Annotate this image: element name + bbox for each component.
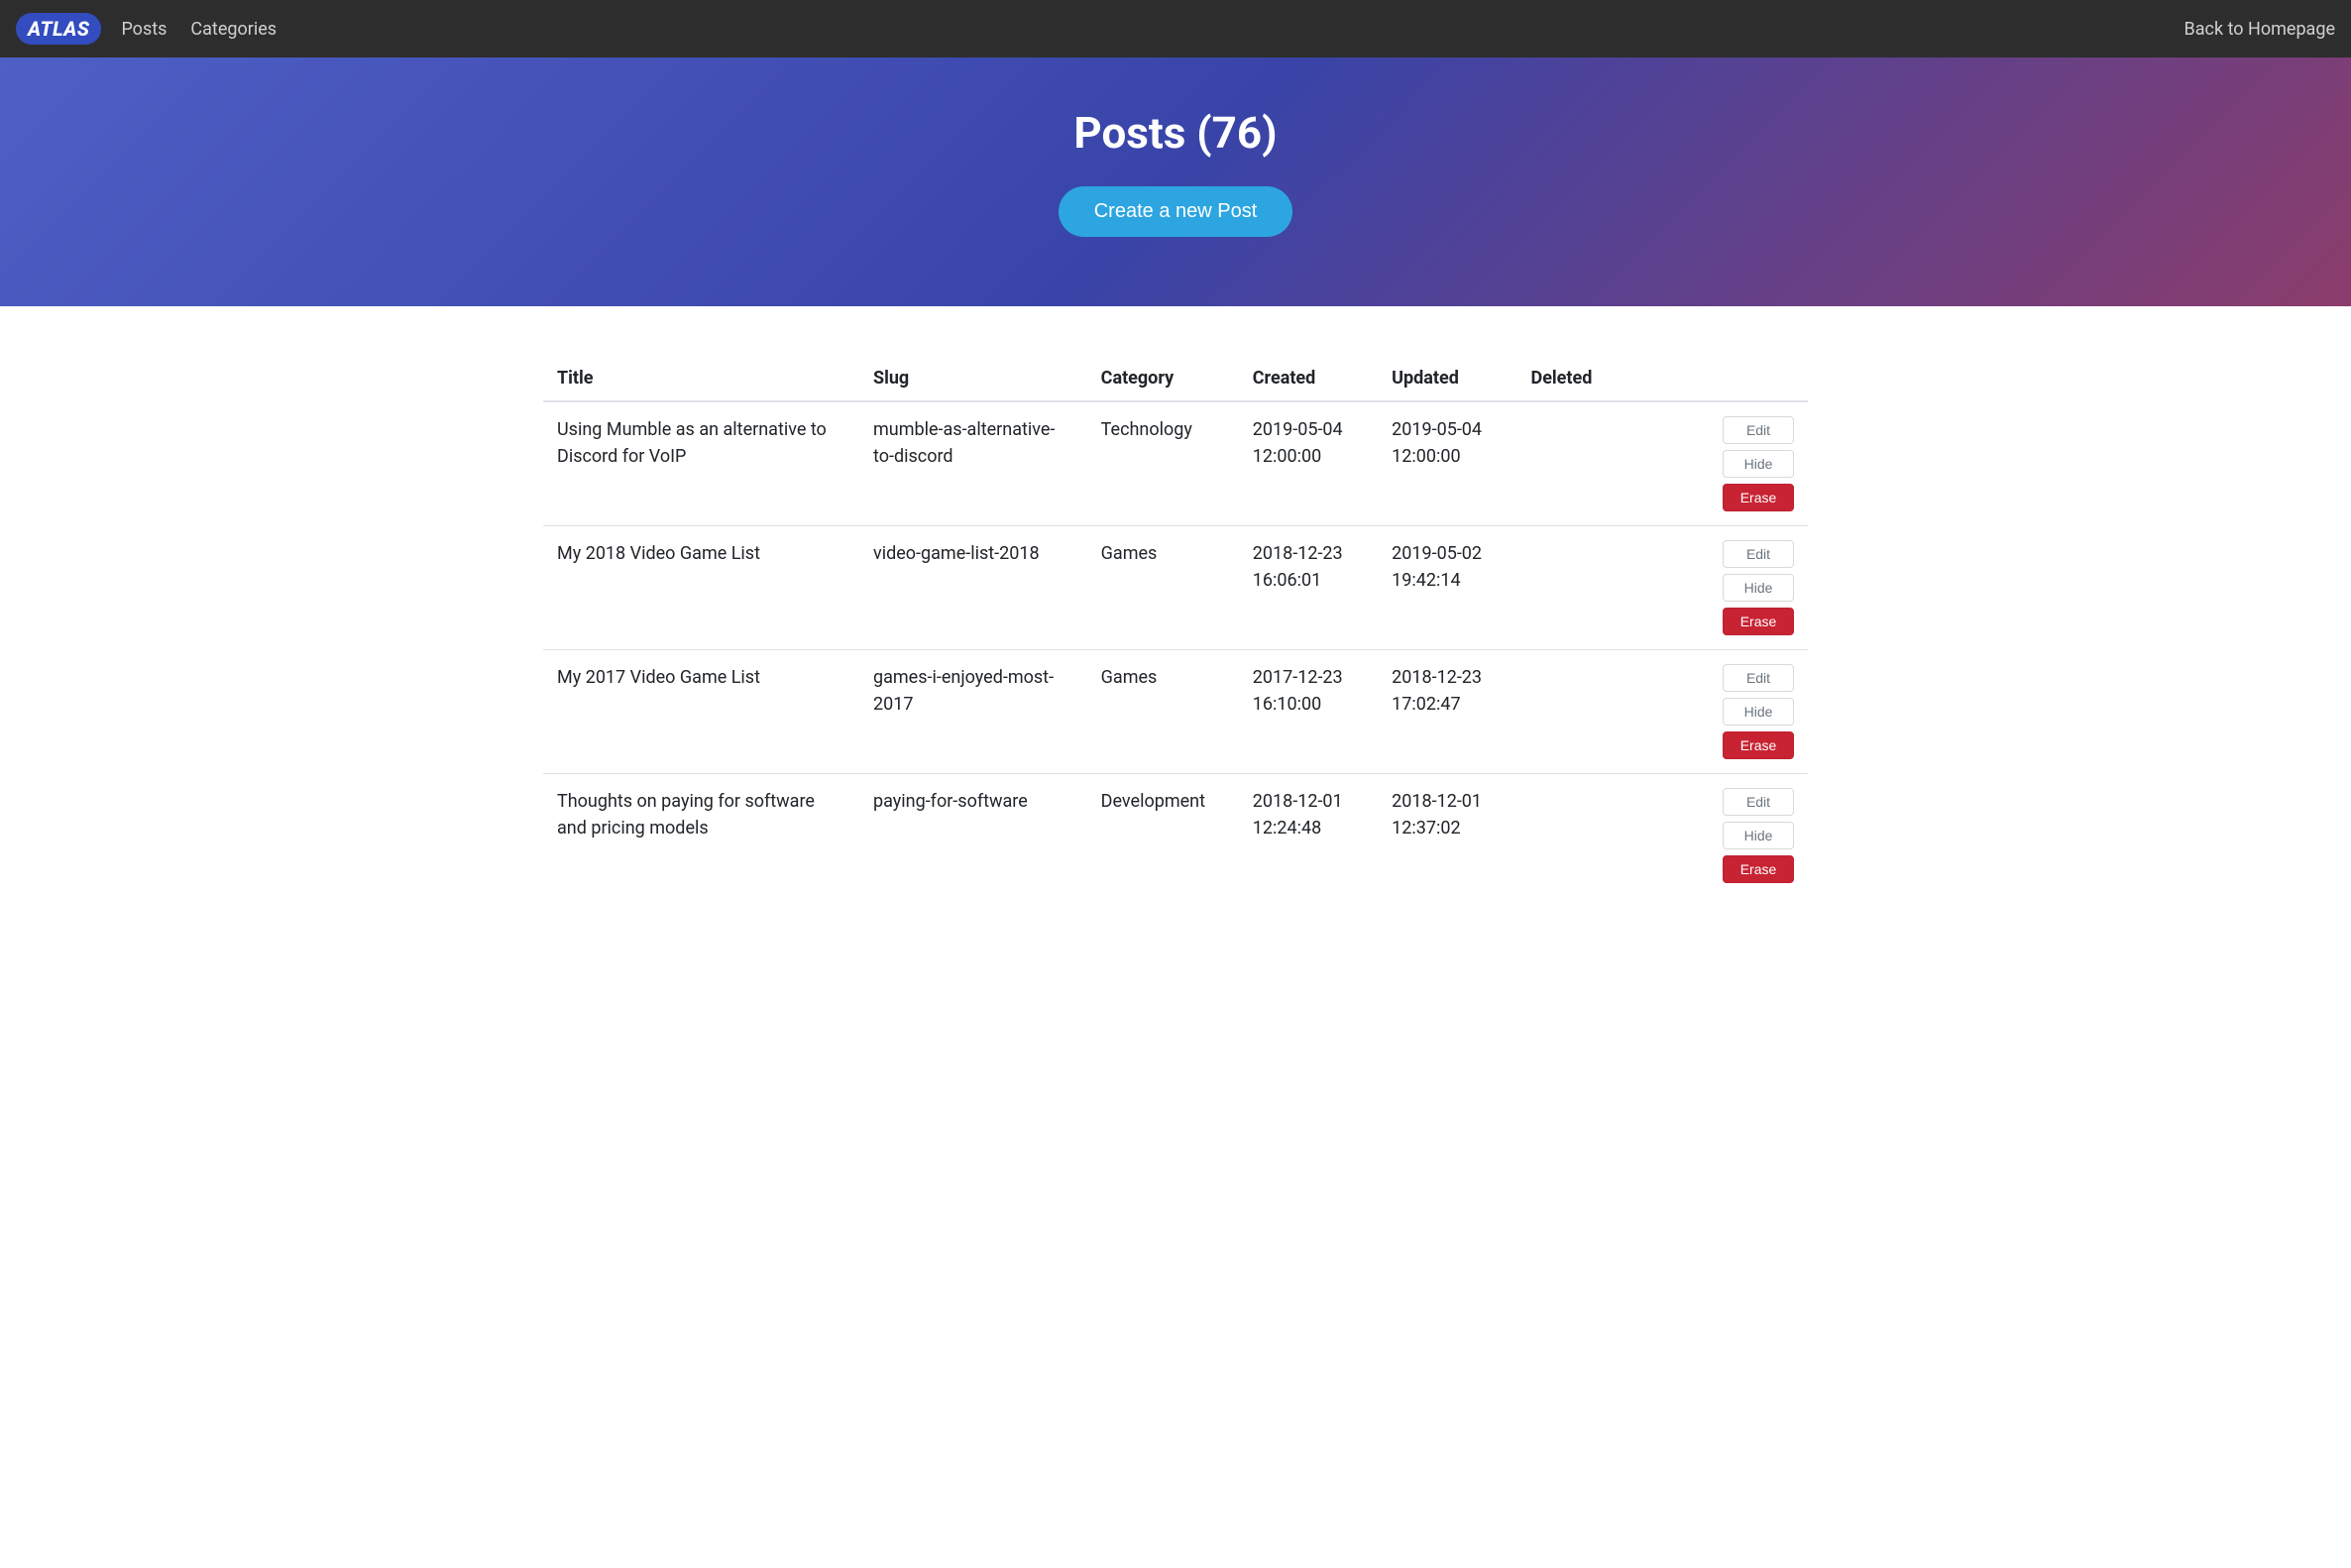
cell-created: 2018-12-01 12:24:48 — [1239, 774, 1378, 898]
cell-category: Technology — [1087, 401, 1239, 526]
nav-link-categories[interactable]: Categories — [190, 19, 277, 40]
cell-actions: Edit Hide Erase — [1656, 526, 1808, 650]
cell-created: 2018-12-23 16:06:01 — [1239, 526, 1378, 650]
header-title: Title — [543, 356, 859, 401]
cell-updated: 2018-12-23 17:02:47 — [1378, 650, 1516, 774]
table-row: My 2017 Video Game Listgames-i-enjoyed-m… — [543, 650, 1808, 774]
table-row: Using Mumble as an alternative to Discor… — [543, 401, 1808, 526]
header-slug: Slug — [859, 356, 1087, 401]
cell-title: My 2017 Video Game List — [543, 650, 859, 774]
cell-slug: games-i-enjoyed-most-2017 — [859, 650, 1087, 774]
hero-banner: Posts (76) Create a new Post — [0, 57, 2351, 306]
header-category: Category — [1087, 356, 1239, 401]
cell-deleted — [1517, 650, 1656, 774]
table-row: Thoughts on paying for software and pric… — [543, 774, 1808, 898]
edit-button[interactable]: Edit — [1723, 788, 1794, 816]
cell-slug: video-game-list-2018 — [859, 526, 1087, 650]
back-to-homepage-link[interactable]: Back to Homepage — [2184, 19, 2335, 40]
content-container: Title Slug Category Created Updated Dele… — [523, 306, 1828, 947]
erase-button[interactable]: Erase — [1723, 608, 1794, 635]
edit-button[interactable]: Edit — [1723, 416, 1794, 444]
page-title: Posts (76) — [20, 107, 2331, 159]
posts-table: Title Slug Category Created Updated Dele… — [543, 356, 1808, 897]
navbar: ATLAS Posts Categories Back to Homepage — [0, 0, 2351, 57]
cell-created: 2017-12-23 16:10:00 — [1239, 650, 1378, 774]
cell-deleted — [1517, 526, 1656, 650]
nav-link-posts[interactable]: Posts — [121, 19, 167, 40]
edit-button[interactable]: Edit — [1723, 664, 1794, 692]
cell-updated: 2019-05-02 19:42:14 — [1378, 526, 1516, 650]
cell-slug: paying-for-software — [859, 774, 1087, 898]
erase-button[interactable]: Erase — [1723, 855, 1794, 883]
header-created: Created — [1239, 356, 1378, 401]
table-header-row: Title Slug Category Created Updated Dele… — [543, 356, 1808, 401]
cell-actions: Edit Hide Erase — [1656, 650, 1808, 774]
cell-created: 2019-05-04 12:00:00 — [1239, 401, 1378, 526]
cell-title: My 2018 Video Game List — [543, 526, 859, 650]
erase-button[interactable]: Erase — [1723, 731, 1794, 759]
cell-title: Using Mumble as an alternative to Discor… — [543, 401, 859, 526]
edit-button[interactable]: Edit — [1723, 540, 1794, 568]
cell-deleted — [1517, 774, 1656, 898]
create-post-button[interactable]: Create a new Post — [1059, 186, 1293, 237]
cell-category: Games — [1087, 650, 1239, 774]
header-deleted: Deleted — [1517, 356, 1656, 401]
cell-deleted — [1517, 401, 1656, 526]
cell-category: Development — [1087, 774, 1239, 898]
cell-slug: mumble-as-alternative-to-discord — [859, 401, 1087, 526]
cell-title: Thoughts on paying for software and pric… — [543, 774, 859, 898]
hide-button[interactable]: Hide — [1723, 574, 1794, 602]
cell-updated: 2018-12-01 12:37:02 — [1378, 774, 1516, 898]
header-actions — [1656, 356, 1808, 401]
hide-button[interactable]: Hide — [1723, 822, 1794, 849]
cell-actions: Edit Hide Erase — [1656, 774, 1808, 898]
hide-button[interactable]: Hide — [1723, 450, 1794, 478]
navbar-right: Back to Homepage — [2184, 19, 2335, 40]
cell-category: Games — [1087, 526, 1239, 650]
hide-button[interactable]: Hide — [1723, 698, 1794, 726]
table-row: My 2018 Video Game Listvideo-game-list-2… — [543, 526, 1808, 650]
nav-links: Posts Categories — [121, 19, 2183, 40]
cell-actions: Edit Hide Erase — [1656, 401, 1808, 526]
header-updated: Updated — [1378, 356, 1516, 401]
cell-updated: 2019-05-04 12:00:00 — [1378, 401, 1516, 526]
brand-logo[interactable]: ATLAS — [16, 13, 101, 45]
erase-button[interactable]: Erase — [1723, 484, 1794, 511]
